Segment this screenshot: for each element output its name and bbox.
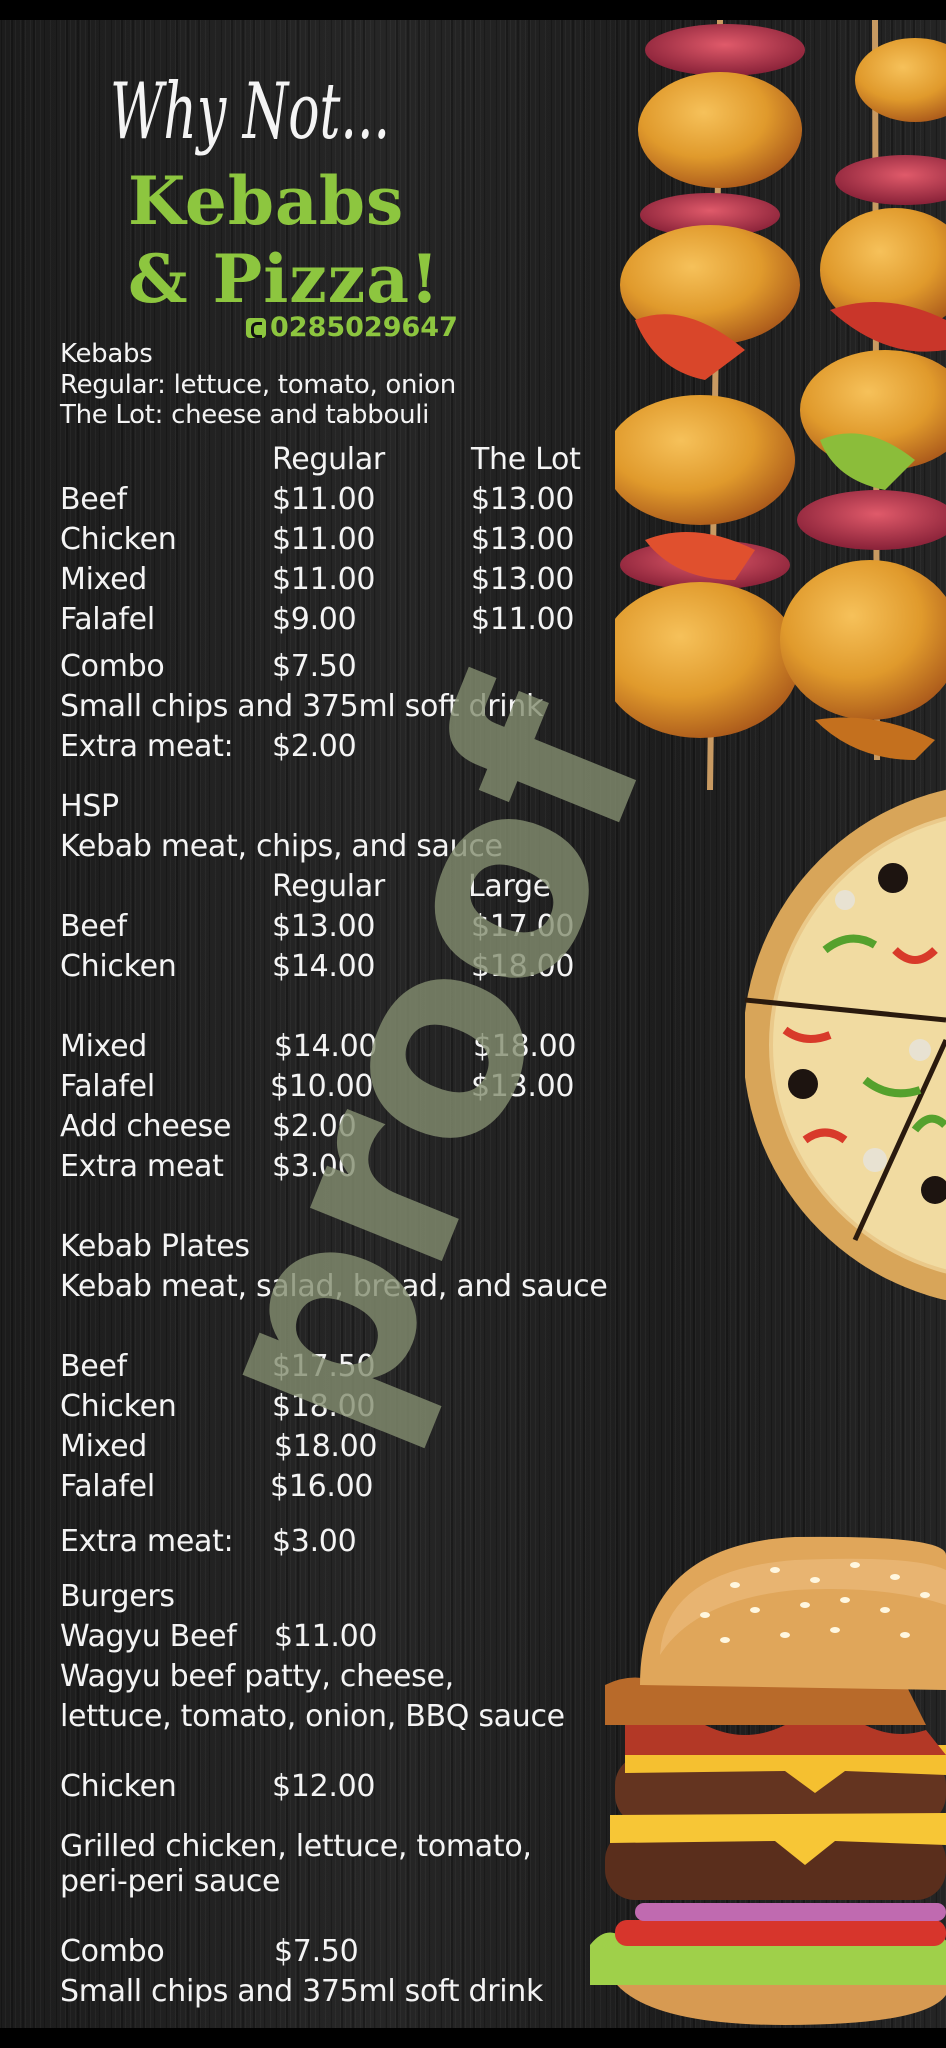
proof-watermark: proof — [143, 658, 707, 1472]
hsp-item-name: Chicken — [60, 949, 177, 984]
kebab-item-price-thelot: $13.00 — [471, 482, 575, 517]
burger-chicken-desc: Grilled chicken, lettuce, tomato, — [60, 1829, 532, 1864]
kebab-skewers-image — [615, 20, 946, 791]
plate-item-price: $16.00 — [270, 1469, 374, 1504]
kebab-item-name: Falafel — [60, 602, 155, 637]
phone-number: 0285029647 — [246, 314, 458, 341]
kebab-extra-price: $2.00 — [272, 729, 357, 764]
plate-item-name: Falafel — [60, 1469, 155, 1504]
burger-combo-desc: Small chips and 375ml soft drink — [60, 1974, 544, 2009]
brand-script-title: Why Not... — [110, 67, 390, 157]
brand-title-line2: & Pizza! — [128, 240, 440, 318]
hsp-item-name: Falafel — [60, 1069, 155, 1104]
plates-extra-price: $3.00 — [272, 1524, 357, 1559]
burger-chicken-name: Chicken — [60, 1769, 177, 1804]
kebab-item-name: Beef — [60, 482, 127, 517]
kebab-item-price-regular: $11.00 — [272, 562, 376, 597]
kebabs-col-thelot: The Lot — [471, 442, 581, 477]
plates-extra-label: Extra meat: — [60, 1524, 234, 1559]
kebab-combo-price: $7.50 — [272, 649, 357, 684]
burger-wagyu-desc: lettuce, tomato, onion, BBQ sauce — [60, 1699, 565, 1734]
plate-item-name: Beef — [60, 1349, 127, 1384]
hsp-item-name: Beef — [60, 909, 127, 944]
hsp-extra-label: Extra meat — [60, 1149, 224, 1184]
burgers-title: Burgers — [60, 1579, 175, 1614]
kebab-item-name: Chicken — [60, 522, 177, 557]
brand-title-line1: Kebabs — [128, 162, 405, 240]
plate-item-name: Chicken — [60, 1389, 177, 1424]
menu-board: Why Not... Kebabs & Pizza! 0285029647 Ke… — [0, 20, 946, 2028]
kebab-combo-label: Combo — [60, 649, 165, 684]
burger-chicken-price: $12.00 — [272, 1769, 376, 1804]
burger-combo-price: $7.50 — [274, 1934, 359, 1969]
burger-wagyu-desc: Wagyu beef patty, cheese, — [60, 1659, 454, 1694]
kebab-item-price-regular: $11.00 — [272, 482, 376, 517]
kebab-item-price-regular: $9.00 — [272, 602, 357, 637]
hsp-cheese-label: Add cheese — [60, 1109, 232, 1144]
kebab-item-price-thelot: $11.00 — [471, 602, 575, 637]
plate-item-name: Mixed — [60, 1429, 148, 1464]
kebabs-title: Kebabs — [60, 339, 153, 369]
burger-combo-label: Combo — [60, 1934, 165, 1969]
kebab-item-name: Mixed — [60, 562, 148, 597]
burger-chicken-desc: peri-peri sauce — [60, 1864, 281, 1899]
kebab-item-price-regular: $11.00 — [272, 522, 376, 557]
kebab-extra-label: Extra meat: — [60, 729, 234, 764]
burger-wagyu-price: $11.00 — [274, 1619, 378, 1654]
kebabs-desc-thelot: The Lot: cheese and tabbouli — [60, 400, 430, 430]
svg-text:Why Not...: Why Not... — [110, 67, 390, 157]
phone-text: 0285029647 — [270, 312, 458, 343]
burger-image — [590, 1536, 946, 2025]
kebab-item-price-thelot: $13.00 — [471, 522, 575, 557]
kebab-item-price-thelot: $13.00 — [471, 562, 575, 597]
phone-icon — [246, 318, 266, 338]
burger-wagyu-name: Wagyu Beef — [60, 1619, 237, 1654]
hsp-title: HSP — [60, 789, 119, 824]
hsp-item-name: Mixed — [60, 1029, 148, 1064]
pizza-image — [745, 789, 946, 1300]
kebabs-desc-regular: Regular: lettuce, tomato, onion — [60, 370, 456, 400]
kebabs-col-regular: Regular — [272, 442, 385, 477]
